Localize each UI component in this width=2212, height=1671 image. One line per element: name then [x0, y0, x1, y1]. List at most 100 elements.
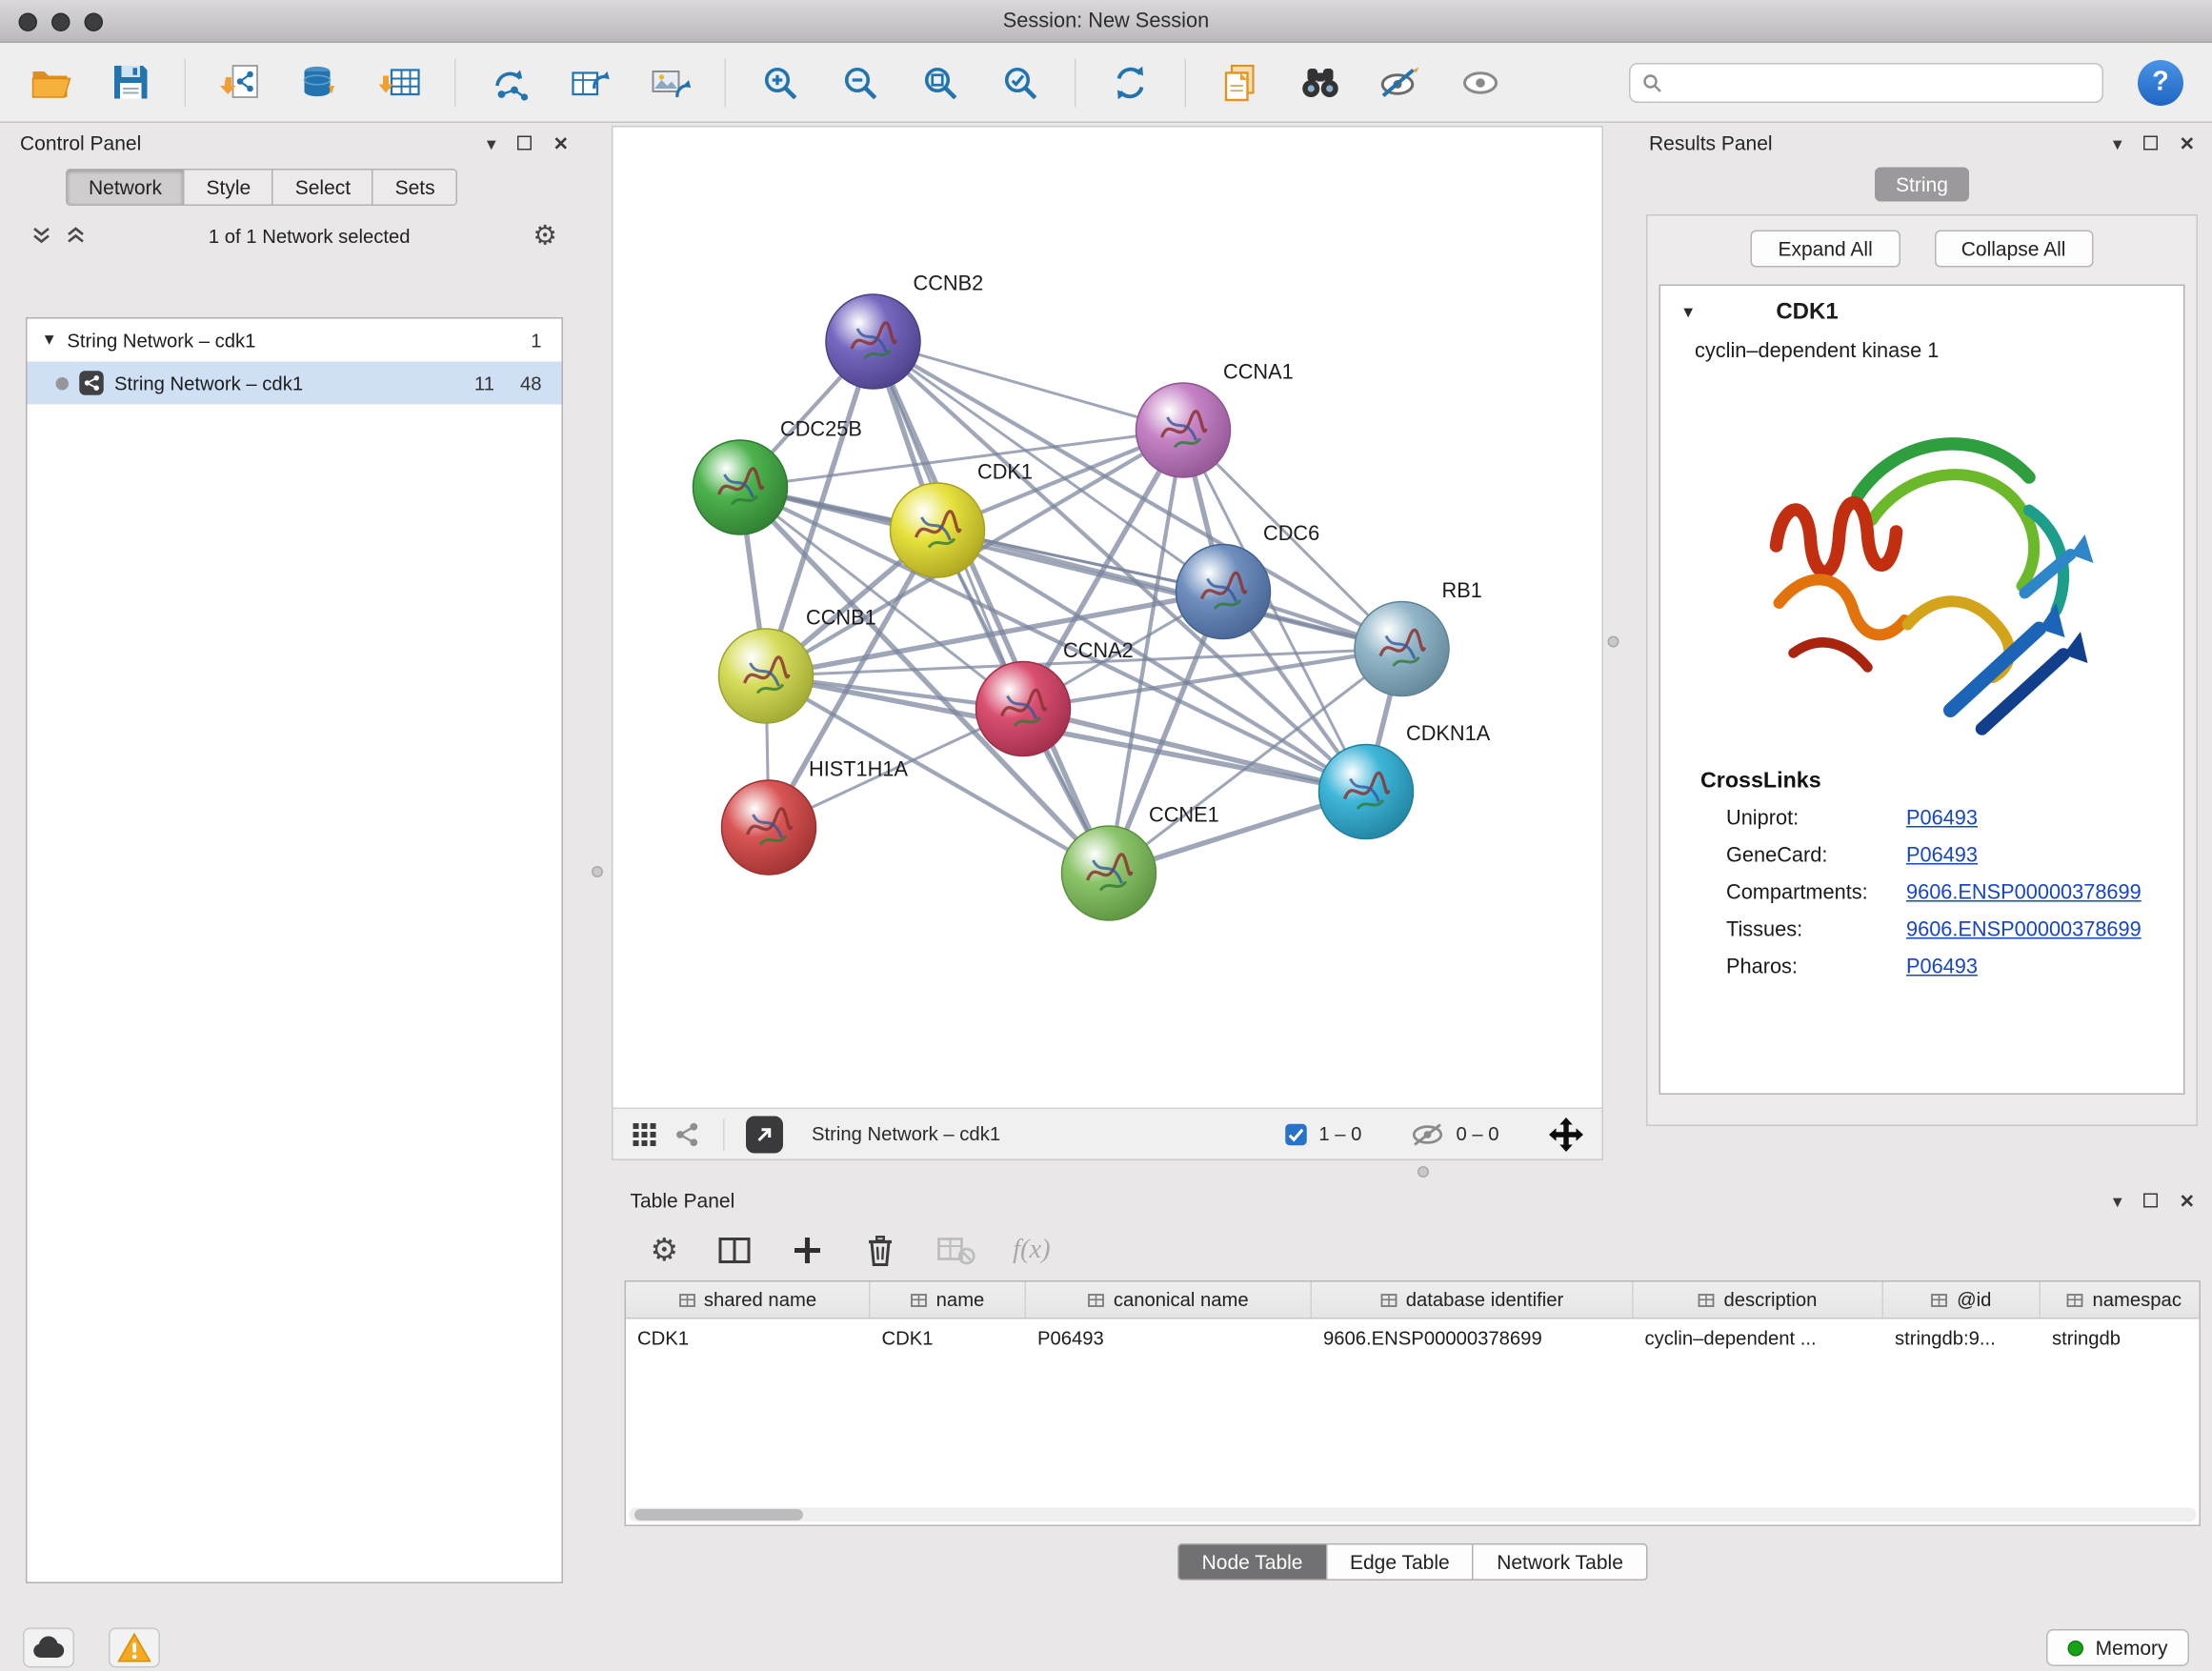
search-input[interactable] [1671, 71, 2091, 93]
hidden-eye-slash-icon[interactable] [1410, 1121, 1444, 1147]
delete-column-trash-icon[interactable] [861, 1232, 898, 1269]
crosslink-value[interactable]: P06493 [1906, 808, 1978, 831]
table-cell[interactable]: stringdb:9... [1883, 1319, 2041, 1357]
expand-all-button[interactable]: Expand All [1751, 231, 1900, 268]
cloud-button[interactable] [23, 1628, 74, 1668]
refresh-button[interactable] [1097, 52, 1163, 112]
zoom-fit-button[interactable] [908, 52, 974, 112]
find-button[interactable] [1288, 52, 1354, 112]
column-header-description[interactable]: description [1634, 1282, 1884, 1319]
table-cell[interactable]: stringdb [2041, 1319, 2201, 1357]
float-panel-icon[interactable] [517, 136, 532, 151]
collapse-panel-icon[interactable]: ▾ [487, 133, 496, 152]
crosslink-value[interactable]: P06493 [1906, 845, 1978, 868]
import-network-database-button[interactable] [288, 52, 353, 112]
network-canvas[interactable]: CCNB2CCNA1CDC25BCDK1CDC6RB1CCNB1CCNA2CDK… [613, 128, 1602, 1108]
network-collection-row[interactable]: ▼ String Network – cdk1 1 [28, 319, 562, 362]
collapse-panel-icon[interactable]: ▾ [2113, 1191, 2122, 1210]
import-table-button[interactable] [368, 52, 433, 112]
grid-view-icon[interactable] [631, 1119, 659, 1148]
column-header-name[interactable]: name [871, 1282, 1027, 1319]
collapse-all-button[interactable]: Collapse All [1934, 231, 2093, 268]
node-CDC6[interactable] [1176, 545, 1271, 639]
float-panel-icon[interactable] [2143, 136, 2158, 151]
column-header-shared-name[interactable]: shared name [626, 1282, 871, 1319]
column-header-namespac[interactable]: namespac [2041, 1282, 2201, 1319]
open-in-window-button[interactable] [746, 1116, 783, 1153]
disclosure-triangle-icon[interactable]: ▼ [42, 332, 57, 349]
close-panel-icon[interactable]: ✕ [2180, 1191, 2195, 1210]
warning-button[interactable] [109, 1628, 160, 1668]
table-settings-gear-icon[interactable]: ⚙ [651, 1235, 679, 1266]
bottom-splitter-handle[interactable] [1418, 1166, 1429, 1178]
column-header--id[interactable]: @id [1883, 1282, 2041, 1319]
table-cell[interactable]: CDK1 [871, 1319, 1027, 1357]
node-CDKN1A[interactable] [1319, 745, 1414, 839]
node-RB1[interactable] [1355, 602, 1449, 696]
tab-sets[interactable]: Sets [373, 169, 458, 206]
new-network-button[interactable] [477, 52, 543, 112]
minimize-window-button[interactable] [51, 12, 70, 31]
export-image-button[interactable] [637, 52, 703, 112]
table-cell[interactable]: cyclin–dependent ... [1634, 1319, 1884, 1357]
table-header-row: shared namenamecanonical namedatabase id… [626, 1282, 2200, 1319]
crosslink-value[interactable]: 9606.ENSP00000378699 [1906, 882, 2142, 905]
tab-network-table[interactable]: Network Table [1474, 1543, 1647, 1580]
node-CCNA1[interactable] [1136, 383, 1231, 477]
collapse-panel-icon[interactable]: ▾ [2113, 133, 2122, 152]
close-window-button[interactable] [19, 12, 38, 31]
close-panel-icon[interactable]: ✕ [553, 133, 569, 152]
zoom-window-button[interactable] [85, 12, 104, 31]
node-CDC25B[interactable] [694, 440, 788, 534]
save-session-button[interactable] [97, 52, 163, 112]
open-session-button[interactable] [17, 52, 83, 112]
double-chevron-down-icon[interactable] [31, 226, 51, 246]
tab-style[interactable]: Style [185, 169, 273, 206]
node-CCNA2[interactable] [976, 662, 1071, 756]
copy-document-button[interactable] [1208, 52, 1274, 112]
new-network-from-selection-button[interactable] [557, 52, 623, 112]
double-chevron-up-icon[interactable] [66, 226, 86, 246]
add-column-plus-icon[interactable] [790, 1234, 824, 1268]
zoom-out-button[interactable] [828, 52, 894, 112]
tab-edge-table[interactable]: Edge Table [1327, 1543, 1474, 1580]
node-CDK1[interactable] [891, 483, 985, 577]
selected-checkbox-icon[interactable] [1284, 1122, 1307, 1145]
table-cell[interactable]: P06493 [1026, 1319, 1312, 1357]
network-row[interactable]: String Network – cdk1 11 48 [28, 362, 562, 405]
tab-string[interactable]: String [1875, 168, 1970, 202]
network-share-icon[interactable] [674, 1119, 702, 1148]
table-horizontal-scrollbar[interactable] [629, 1508, 2197, 1522]
zoom-in-button[interactable] [748, 52, 814, 112]
table-cell[interactable]: 9606.ENSP00000378699 [1312, 1319, 1634, 1357]
show-graphics-details-button[interactable] [1448, 52, 1514, 112]
pan-move-icon[interactable] [1548, 1116, 1585, 1153]
table-row[interactable]: CDK1CDK1P064939606.ENSP00000378699cyclin… [626, 1319, 2200, 1357]
float-panel-icon[interactable] [2143, 1194, 2158, 1208]
protein-description: cyclin–dependent kinase 1 [1660, 332, 2183, 363]
node-CCNE1[interactable] [1062, 826, 1156, 920]
close-panel-icon[interactable]: ✕ [2180, 133, 2195, 152]
show-columns-icon[interactable] [715, 1234, 753, 1268]
protein-disclosure-triangle-icon[interactable]: ▼ [1680, 305, 1696, 322]
import-network-file-button[interactable] [208, 52, 273, 112]
network-options-gear-icon[interactable]: ⚙ [533, 222, 557, 250]
scrollbar-thumb[interactable] [634, 1509, 803, 1520]
table-cell[interactable]: CDK1 [626, 1319, 871, 1357]
node-HIST1H1A[interactable] [722, 780, 816, 875]
zoom-selected-button[interactable] [988, 52, 1054, 112]
tab-select[interactable]: Select [273, 169, 373, 206]
column-header-canonical-name[interactable]: canonical name [1026, 1282, 1312, 1319]
crosslink-value[interactable]: 9606.ENSP00000378699 [1906, 919, 2142, 942]
crosslink-value[interactable]: P06493 [1906, 956, 1978, 979]
left-splitter-handle[interactable] [592, 866, 603, 877]
memory-button[interactable]: Memory [2047, 1629, 2189, 1666]
tab-node-table[interactable]: Node Table [1177, 1543, 1327, 1580]
right-splitter-handle[interactable] [1608, 636, 1619, 648]
help-button[interactable]: ? [2138, 59, 2183, 105]
tab-network[interactable]: Network [66, 169, 185, 206]
hide-show-graphics-button[interactable] [1368, 52, 1434, 112]
node-CCNB2[interactable] [826, 294, 920, 389]
column-header-database-identifier[interactable]: database identifier [1312, 1282, 1634, 1319]
node-CCNB1[interactable] [719, 629, 814, 723]
